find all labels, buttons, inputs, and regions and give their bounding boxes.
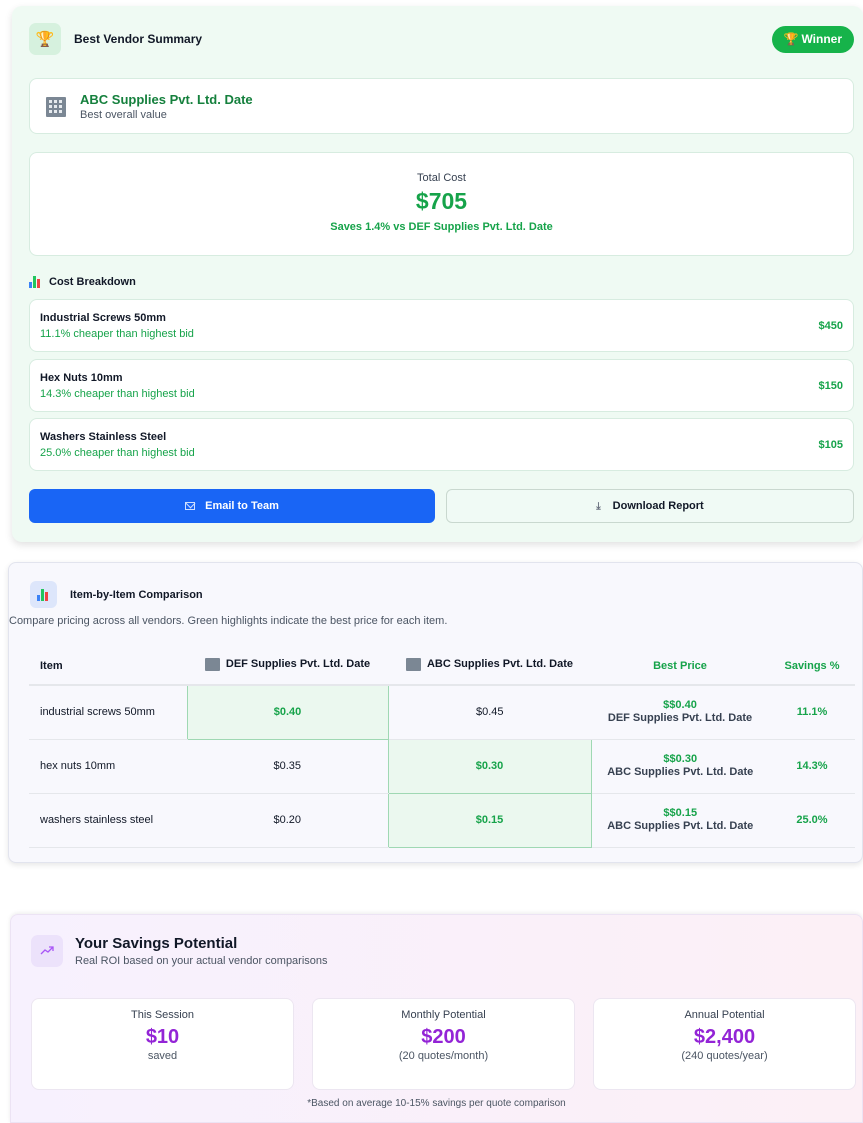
cost-breakdown-title: Cost Breakdown <box>49 276 136 288</box>
trending-up-icon <box>31 935 63 967</box>
table-header-row: Item DEF Supplies Pvt. Ltd. Date ABC Sup… <box>29 647 855 686</box>
stat-sub: saved <box>147 1050 178 1062</box>
best-price-vendor: ABC Supplies Pvt. Ltd. Date <box>607 766 754 778</box>
breakdown-item-note: 11.1% cheaper than highest bid <box>40 327 194 340</box>
building-icon <box>405 657 421 671</box>
stat-monthly-potential: Monthly Potential $200 (20 quotes/month) <box>312 998 575 1090</box>
building-icon <box>204 657 220 671</box>
cell-best-price: $$0.40 DEF Supplies Pvt. Ltd. Date <box>591 685 769 740</box>
winner-badge-label: Winner <box>801 32 842 46</box>
trophy-icon: 🏆 <box>29 23 61 55</box>
winner-badge: 🏆 Winner <box>772 25 854 53</box>
savings-header: Your Savings Potential Real ROI based on… <box>31 935 328 967</box>
cell-item: industrial screws 50mm <box>29 685 187 740</box>
col-best-price: Best Price <box>591 647 769 686</box>
table-row: industrial screws 50mm $0.40 $0.45 $$0.4… <box>29 684 855 740</box>
total-cost-box: Total Cost $705 Saves 1.4% vs DEF Suppli… <box>29 152 854 256</box>
mail-icon <box>185 502 196 510</box>
cell-vendor-b-price: $0.30 <box>387 738 592 794</box>
breakdown-item-name: Industrial Screws 50mm <box>40 311 166 324</box>
breakdown-item-name: Hex Nuts 10mm <box>40 371 123 384</box>
savings-potential-card: Your Savings Potential Real ROI based on… <box>10 914 863 1123</box>
cell-vendor-a-price: $0.20 <box>187 793 388 848</box>
total-cost-value: $705 <box>415 188 468 214</box>
breakdown-row: Industrial Screws 50mm 11.1% cheaper tha… <box>29 299 854 352</box>
total-cost-label: Total Cost <box>417 172 466 184</box>
breakdown-row: Washers Stainless Steel 25.0% cheaper th… <box>29 418 854 471</box>
table-row: hex nuts 10mm $0.35 $0.30 $$0.30 ABC Supp… <box>29 738 855 794</box>
savings-footnote: *Based on average 10-15% savings per quo… <box>307 1098 566 1109</box>
breakdown-item-amount: $105 <box>818 438 843 451</box>
cell-savings: 14.3% <box>769 739 855 794</box>
col-vendor-b: ABC Supplies Pvt. Ltd. Date <box>388 647 591 686</box>
col-vendor-b-label: ABC Supplies Pvt. Ltd. Date <box>426 658 574 670</box>
cell-item: hex nuts 10mm <box>29 739 187 794</box>
savings-title: Your Savings Potential <box>75 935 238 952</box>
stat-sub: (240 quotes/year) <box>681 1050 768 1062</box>
email-button-label: Email to Team <box>205 500 279 512</box>
best-price-value: $$0.15 <box>663 806 698 819</box>
cell-vendor-a-price: $0.40 <box>186 684 389 740</box>
stat-sub: (20 quotes/month) <box>398 1050 489 1062</box>
best-price-value: $$0.30 <box>663 752 698 765</box>
download-report-button[interactable]: ⤓ Download Report <box>446 489 854 523</box>
breakdown-row: Hex Nuts 10mm 14.3% cheaper than highest… <box>29 359 854 412</box>
stat-label: Monthly Potential <box>401 1009 486 1021</box>
cell-vendor-a-price: $0.35 <box>187 739 388 794</box>
comparison-table: Item DEF Supplies Pvt. Ltd. Date ABC Sup… <box>29 647 855 848</box>
best-price-value: $$0.40 <box>663 699 697 712</box>
summary-header: 🏆 Best Vendor Summary 🏆 Winner <box>29 23 854 55</box>
stat-value: $200 <box>421 1026 466 1048</box>
comparison-header: Item-by-Item Comparison <box>30 581 203 608</box>
best-price-vendor: ABC Supplies Pvt. Ltd. Date <box>607 820 754 832</box>
stat-value: $10 <box>145 1026 180 1048</box>
savings-subtitle: Real ROI based on your actual vendor com… <box>75 955 328 967</box>
col-item: Item <box>29 647 187 686</box>
comparison-title: Item-by-Item Comparison <box>70 588 203 601</box>
winning-vendor-box: ABC Supplies Pvt. Ltd. Date Best overall… <box>29 78 854 134</box>
cell-vendor-b-price: $0.15 <box>387 792 592 848</box>
comparison-description: Compare pricing across all vendors. Gree… <box>9 615 448 627</box>
breakdown-item-name: Washers Stainless Steel <box>40 430 167 443</box>
stat-annual-potential: Annual Potential $2,400 (240 quotes/year… <box>593 998 856 1090</box>
winning-vendor-subtitle: Best overall value <box>80 108 167 121</box>
cell-best-price: $$0.15 ABC Supplies Pvt. Ltd. Date <box>591 793 769 848</box>
breakdown-item-note: 14.3% cheaper than highest bid <box>40 387 195 400</box>
stat-label: Annual Potential <box>684 1009 765 1021</box>
best-price-vendor: DEF Supplies Pvt. Ltd. Date <box>607 712 753 725</box>
col-savings: Savings % <box>769 647 855 686</box>
bar-chart-icon <box>30 581 57 608</box>
stat-label: This Session <box>131 1009 194 1021</box>
best-vendor-summary-card: 🏆 Best Vendor Summary 🏆 Winner ABC Suppl… <box>12 6 863 542</box>
breakdown-item-amount: $450 <box>818 319 843 332</box>
cell-savings: 11.1% <box>769 685 855 740</box>
col-vendor-a-label: DEF Supplies Pvt. Ltd. Date <box>225 658 371 670</box>
cost-breakdown-heading: Cost Breakdown <box>29 276 136 288</box>
winning-vendor-name: ABC Supplies Pvt. Ltd. Date <box>80 91 253 107</box>
download-icon: ⤓ <box>596 500 601 512</box>
breakdown-item-amount: $150 <box>818 379 843 392</box>
summary-title: Best Vendor Summary <box>74 32 203 46</box>
email-to-team-button[interactable]: Email to Team <box>29 489 435 523</box>
cell-best-price: $$0.30 ABC Supplies Pvt. Ltd. Date <box>591 739 769 794</box>
bar-chart-icon <box>29 276 42 288</box>
download-button-label: Download Report <box>612 500 704 512</box>
trophy-icon: 🏆 <box>783 32 799 46</box>
table-row: washers stainless steel $0.20 $0.15 $$0.… <box>29 792 855 848</box>
comparison-card: Item-by-Item Comparison Compare pricing … <box>8 562 863 863</box>
cell-vendor-b-price: $0.45 <box>388 685 591 740</box>
savings-note: Saves 1.4% vs DEF Supplies Pvt. Ltd. Dat… <box>330 221 553 233</box>
building-icon <box>44 94 68 118</box>
col-vendor-a: DEF Supplies Pvt. Ltd. Date <box>187 647 388 686</box>
stat-value: $2,400 <box>693 1026 756 1048</box>
cell-savings: 25.0% <box>769 793 855 848</box>
stat-this-session: This Session $10 saved <box>31 998 294 1090</box>
breakdown-item-note: 25.0% cheaper than highest bid <box>40 446 195 459</box>
cell-item: washers stainless steel <box>29 793 187 848</box>
